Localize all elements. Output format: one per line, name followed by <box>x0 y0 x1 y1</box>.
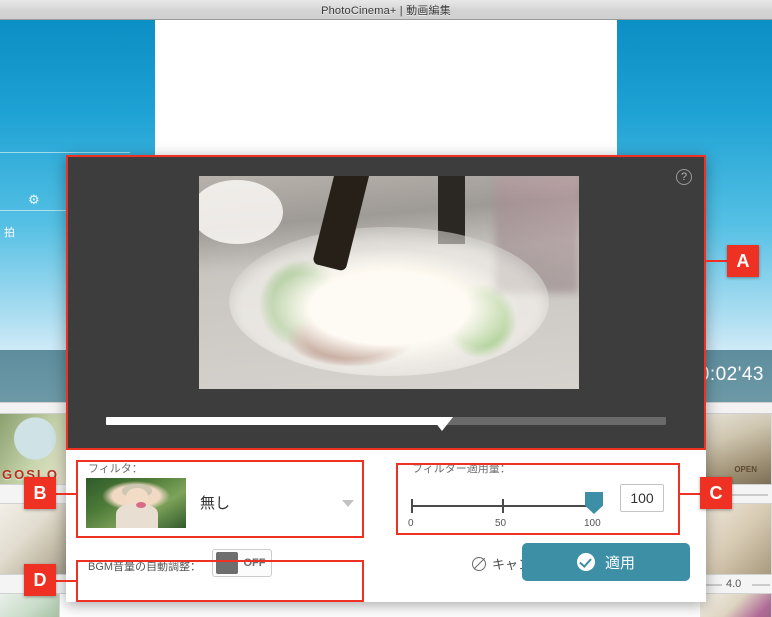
filter-label: フィルタ： <box>88 463 143 475</box>
help-circle-icon[interactable]: ? <box>676 169 692 185</box>
slider-tick-label: 0 <box>408 518 414 529</box>
timeline-thumbnail[interactable] <box>700 504 772 574</box>
apply-button[interactable]: 適用 <box>522 543 690 581</box>
playback-scrubber[interactable] <box>66 405 706 435</box>
gear-icon[interactable]: ⚙ <box>28 192 40 208</box>
apply-button-label: 適用 <box>604 554 635 572</box>
filter-amount-slider[interactable]: 0 50 100 <box>408 492 603 529</box>
sidebar-label: 拍 <box>4 227 15 239</box>
preview-decor <box>199 180 283 245</box>
ban-icon <box>472 556 486 571</box>
toggle-knob <box>216 552 238 574</box>
annotation-tag-d: D <box>24 564 56 596</box>
preview-decor <box>229 227 549 377</box>
current-timecode: 0:02'43 <box>698 364 764 385</box>
annotation-tag-a: A <box>727 245 759 277</box>
annotation-tag-b: B <box>24 477 56 509</box>
annotation-leader-a <box>706 260 728 262</box>
timeline-thumbnail[interactable] <box>700 414 772 484</box>
timeline-thumbnail[interactable] <box>0 594 60 617</box>
toggle-state-label: OFF <box>243 557 266 569</box>
slider-tick <box>502 499 504 513</box>
timeline-thumbnail[interactable] <box>700 594 772 617</box>
filter-amount-group: フィルター適用量： 0 50 100 100 <box>398 458 684 530</box>
bgm-auto-adjust-toggle[interactable]: OFF <box>212 549 272 577</box>
dialog-controls: フィルタ： 無し フィルター適用量： 0 50 100 100 BGM音量の自動… <box>66 450 706 602</box>
slider-tick-label: 100 <box>584 518 601 529</box>
bgm-auto-adjust-group: BGM音量の自動調整： OFF <box>78 542 368 588</box>
sidebar-divider-top <box>0 152 130 153</box>
slider-tick-label: 50 <box>495 518 507 529</box>
filter-select-group: フィルタ： 無し <box>78 458 368 530</box>
scrubber-track[interactable] <box>106 417 666 431</box>
slider-handle[interactable] <box>585 492 603 514</box>
filter-selected-value[interactable]: 無し <box>200 492 230 513</box>
chevron-down-icon[interactable] <box>342 500 354 507</box>
scrubber-fill <box>106 417 442 425</box>
filter-amount-value[interactable]: 100 <box>620 484 664 512</box>
video-preview[interactable] <box>199 176 579 389</box>
annotation-tag-c: C <box>700 477 732 509</box>
bgm-auto-adjust-label: BGM音量の自動調整： <box>88 561 202 573</box>
slider-tick <box>411 499 413 513</box>
preview-panel: ? <box>66 155 706 450</box>
window-title: PhotoCinema+ | 動画編集 <box>321 4 451 17</box>
filter-settings-dialog: ? フィルタ： 無し フィルター適用量： 0 50 100 100 BGM音量の… <box>66 155 706 602</box>
filter-preview-thumbnail[interactable] <box>86 478 186 528</box>
check-circle-icon <box>576 553 595 571</box>
filter-amount-label: フィルター適用量： <box>412 463 511 475</box>
thumb-decor <box>116 504 158 528</box>
timeline-scale-value: 4.0 <box>726 578 742 590</box>
thumb-decor <box>136 502 146 508</box>
timeline-scale-bar <box>752 584 770 586</box>
window-titlebar: PhotoCinema+ | 動画編集 <box>0 0 772 20</box>
app-window: PhotoCinema+ | 動画編集 ⚙ 拍 0:02'43 GOSLO OP… <box>0 0 772 617</box>
